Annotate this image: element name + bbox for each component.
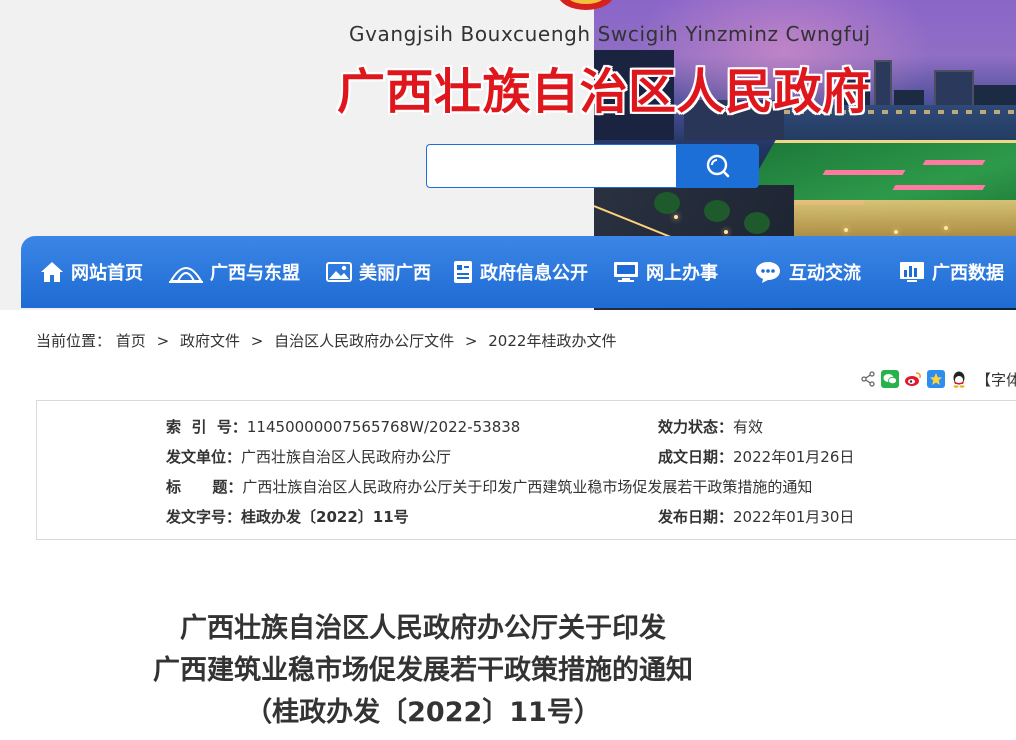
- nav-item-label: 网上办事: [646, 263, 718, 284]
- landmark-icon: [169, 267, 203, 283]
- breadcrumb-link-office-documents[interactable]: 自治区人民政府办公厅文件: [274, 332, 454, 350]
- metadata-published-date: 发布日期：2022年01月30日: [658, 506, 854, 527]
- qq-icon[interactable]: [950, 370, 968, 388]
- nav-item-label: 广西与东盟: [210, 263, 300, 284]
- breadcrumb-link-home[interactable]: 首页: [116, 332, 146, 350]
- breadcrumb-link-2022-documents[interactable]: 2022年桂政办文件: [488, 332, 616, 350]
- nav-item-label: 网站首页: [71, 263, 143, 284]
- main-nav: 网站首页 广西与东盟 美丽广西 政府信息公开 网上办事 互动交流 广西数据: [21, 236, 1016, 308]
- breadcrumb-link-government-documents[interactable]: 政府文件: [180, 332, 240, 350]
- font-size-control[interactable]: 【字体: [976, 369, 1016, 390]
- metadata-value: 2022年01月30日: [733, 508, 855, 526]
- search-input[interactable]: [427, 145, 677, 187]
- metadata-value: 11450000007565768W/2022-53838: [246, 418, 521, 436]
- breadcrumb-separator: >: [464, 332, 478, 350]
- nav-item-online-services[interactable]: 网上办事: [613, 236, 718, 308]
- document-title-line-1: 广西壮族自治区人民政府办公厅关于印发: [180, 613, 666, 644]
- nav-item-label: 互动交流: [789, 263, 861, 284]
- metadata-issuer: 发文单位：广西壮族自治区人民政府办公厅: [166, 446, 451, 467]
- metadata-status: 效力状态：有效: [658, 416, 763, 437]
- nav-item-label: 美丽广西: [359, 263, 431, 284]
- metadata-label: 标 题：: [166, 478, 243, 496]
- metadata-label: 成文日期：: [658, 448, 734, 466]
- document-title-line-2: 广西建筑业稳市场促发展若干政策措施的通知: [153, 655, 693, 686]
- picture-icon: [326, 262, 352, 282]
- nav-item-beautiful-guangxi[interactable]: 美丽广西: [326, 236, 431, 308]
- search-box: [426, 144, 677, 188]
- metadata-label: 发文字号：: [166, 508, 242, 526]
- chat-bubble-icon: [756, 262, 780, 283]
- metadata-value: 桂政办发〔2022〕11号: [241, 508, 409, 526]
- site-header: Gvangjsih Bouxcuengh Swcigih Yinzminz Cw…: [0, 0, 1016, 310]
- bar-chart-icon: [900, 262, 924, 282]
- page: Gvangjsih Bouxcuengh Swcigih Yinzminz Cw…: [0, 0, 1016, 740]
- monitor-icon: [614, 262, 638, 282]
- metadata-value: 广西壮族自治区人民政府办公厅关于印发广西建筑业稳市场促发展若干政策措施的通知: [242, 478, 813, 496]
- nav-item-guangxi-asean[interactable]: 广西与东盟: [169, 236, 300, 308]
- home-icon: [41, 262, 63, 282]
- share-icon[interactable]: [860, 370, 876, 388]
- document-number-title: （桂政办发〔2022〕11号）: [245, 697, 601, 728]
- site-title-zhuang: Gvangjsih Bouxcuengh Swcigih Yinzminz Cw…: [349, 22, 871, 46]
- breadcrumb: 当前位置： 首页 > 政府文件 > 自治区人民政府办公厅文件 > 2022年桂政…: [36, 330, 616, 351]
- wechat-icon[interactable]: [881, 370, 899, 388]
- metadata-label: 发布日期：: [658, 508, 734, 526]
- qzone-icon[interactable]: [927, 370, 945, 388]
- site-title: 广西壮族自治区人民政府: [337, 64, 871, 120]
- search-button[interactable]: [676, 144, 759, 188]
- metadata-created-date: 成文日期：2022年01月26日: [658, 446, 854, 467]
- document-metadata-box: 索 引 号：11450000007565768W/2022-53838 效力状态…: [36, 400, 1016, 540]
- share-toolbar: 【字体: [860, 369, 1016, 389]
- search-icon: [706, 154, 729, 178]
- document-list-icon: [454, 261, 472, 283]
- nav-item-interaction[interactable]: 互动交流: [754, 236, 861, 308]
- nav-item-guangxi-data[interactable]: 广西数据: [899, 236, 1004, 308]
- breadcrumb-separator: >: [156, 332, 170, 350]
- metadata-label: 效力状态：: [658, 418, 734, 436]
- weibo-icon[interactable]: [904, 370, 922, 388]
- breadcrumb-prefix: 当前位置：: [36, 332, 112, 350]
- nav-item-label: 政府信息公开: [480, 263, 588, 284]
- metadata-label: 索 引 号：: [166, 418, 247, 436]
- metadata-document-number: 发文字号：桂政办发〔2022〕11号: [166, 506, 409, 527]
- national-emblem-icon: [560, 0, 612, 10]
- metadata-value: 广西壮族自治区人民政府办公厅: [241, 448, 452, 466]
- nav-item-government-info[interactable]: 政府信息公开: [453, 236, 588, 308]
- breadcrumb-separator: >: [250, 332, 264, 350]
- metadata-title: 标 题：广西壮族自治区人民政府办公厅关于印发广西建筑业稳市场促发展若干政策措施的…: [166, 476, 812, 497]
- metadata-value: 有效: [733, 418, 764, 436]
- metadata-value: 2022年01月26日: [733, 448, 855, 466]
- metadata-index: 索 引 号：11450000007565768W/2022-53838: [166, 416, 520, 437]
- nav-item-home[interactable]: 网站首页: [40, 236, 143, 308]
- nav-item-label: 广西数据: [932, 263, 1004, 284]
- metadata-label: 发文单位：: [166, 448, 242, 466]
